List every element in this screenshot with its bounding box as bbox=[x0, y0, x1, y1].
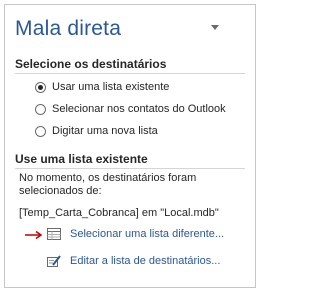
radio-button-selected[interactable] bbox=[35, 81, 46, 93]
radio-label: Digitar uma nova lista bbox=[52, 125, 158, 137]
table-icon bbox=[47, 228, 61, 240]
chevron-down-icon[interactable] bbox=[211, 25, 219, 30]
red-arrow-icon bbox=[25, 230, 43, 240]
data-source-name: [Temp_Carta_Cobranca] em "Local.mdb" bbox=[19, 207, 219, 219]
radio-use-existing-list[interactable]: Usar uma lista existente bbox=[35, 81, 169, 93]
pane-title: Mala direta bbox=[15, 17, 122, 40]
radio-select-outlook-contacts[interactable]: Selecionar nos contatos do Outlook bbox=[35, 103, 226, 115]
existing-list-divider bbox=[15, 168, 245, 169]
recipients-heading: Selecione os destinatários bbox=[15, 57, 167, 71]
edit-recipient-list-link[interactable]: Editar a lista de destinatários... bbox=[47, 255, 220, 267]
select-different-list-label[interactable]: Selecionar uma lista diferente... bbox=[70, 228, 224, 240]
description-line-1: No momento, os destinatários foram bbox=[19, 172, 197, 184]
radio-button[interactable] bbox=[35, 125, 46, 137]
edit-recipient-list-label[interactable]: Editar a lista de destinatários... bbox=[70, 255, 220, 267]
select-different-list-link[interactable]: Selecionar uma lista diferente... bbox=[47, 228, 224, 240]
radio-button[interactable] bbox=[35, 103, 46, 115]
mail-merge-pane: Mala direta Selecione os destinatários U… bbox=[4, 4, 256, 288]
description-line-2: selecionados de: bbox=[19, 185, 102, 197]
radio-label: Selecionar nos contatos do Outlook bbox=[52, 103, 226, 115]
radio-label: Usar uma lista existente bbox=[52, 81, 170, 93]
radio-type-new-list[interactable]: Digitar uma nova lista bbox=[35, 125, 158, 137]
existing-list-heading: Use uma lista existente bbox=[15, 152, 148, 166]
recipients-divider bbox=[15, 73, 245, 74]
edit-list-icon bbox=[47, 255, 61, 267]
